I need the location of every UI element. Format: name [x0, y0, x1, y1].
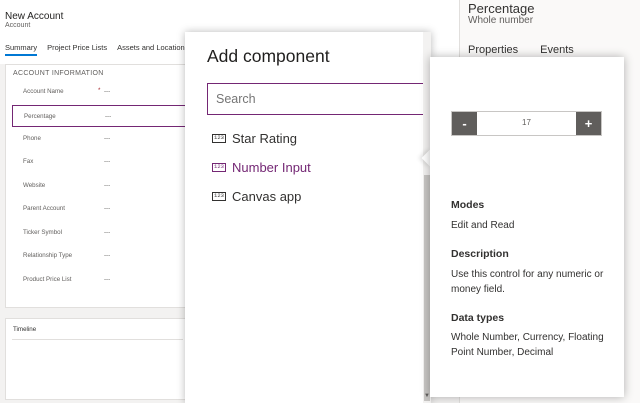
required-marker: * [98, 87, 101, 94]
field-value: --- [104, 182, 111, 189]
field-product-price-list[interactable]: Product Price List --- [12, 269, 186, 291]
timeline-title: Timeline [13, 326, 37, 333]
field-value: --- [104, 135, 111, 142]
add-component-dialog: Add component 123 Star Rating 123 Number… [185, 32, 431, 403]
number-component-icon: 123 [212, 191, 226, 201]
description-heading: Description [451, 248, 509, 260]
form-entity-name: Account [5, 22, 31, 29]
field-label: Percentage [24, 113, 56, 120]
field-phone[interactable]: Phone --- [12, 128, 186, 150]
data-types-text: Whole Number, Currency, Floating Point N… [451, 332, 604, 358]
search-input[interactable] [207, 83, 431, 115]
field-label: Relationship Type [23, 252, 73, 259]
field-value: --- [104, 229, 111, 236]
properties-tabs: Properties Events [468, 44, 574, 56]
field-label: Fax [23, 158, 34, 165]
field-percentage[interactable]: Percentage --- [12, 105, 186, 127]
tab-project-price-lists[interactable]: Project Price Lists [47, 43, 107, 56]
stepper-value: 17 [522, 118, 531, 127]
field-fax[interactable]: Fax --- [12, 151, 186, 173]
component-preview-callout: - 17 + Modes Edit and Read Description U… [430, 57, 624, 397]
description-text: Use this control for any numeric or mone… [451, 269, 604, 295]
account-information-section: ACCOUNT INFORMATION Account Name * --- P… [5, 64, 190, 308]
field-label: Phone [23, 135, 41, 142]
field-label: Parent Account [23, 205, 65, 212]
field-label: Ticker Symbol [23, 229, 62, 236]
field-value: --- [104, 276, 111, 283]
timeline-section: Timeline [5, 318, 190, 400]
field-value: --- [105, 113, 112, 120]
decrement-button[interactable]: - [452, 112, 477, 135]
component-star-rating[interactable]: 123 Star Rating [212, 127, 412, 149]
component-number-input[interactable]: 123 Number Input [212, 156, 412, 178]
field-relationship-type[interactable]: Relationship Type --- [12, 245, 186, 267]
tab-summary[interactable]: Summary [5, 43, 38, 56]
modes-heading: Modes [451, 199, 485, 211]
field-value: --- [104, 158, 111, 165]
dialog-title: Add component [207, 46, 330, 66]
field-ticker-symbol[interactable]: Ticker Symbol --- [12, 222, 186, 244]
form-tabs: Summary Project Price Lists Assets and L… [5, 43, 185, 56]
field-label: Product Price List [23, 276, 72, 283]
tab-events[interactable]: Events [540, 44, 574, 56]
section-title: ACCOUNT INFORMATION [13, 70, 104, 77]
field-website[interactable]: Website --- [12, 175, 186, 197]
tab-properties[interactable]: Properties [468, 44, 518, 56]
data-types-heading: Data types [451, 312, 505, 324]
modes-text: Edit and Read [451, 220, 515, 231]
increment-button[interactable]: + [576, 112, 601, 135]
field-value: --- [104, 88, 111, 95]
number-component-icon: 123 [212, 162, 226, 172]
field-label: Account Name [23, 88, 64, 95]
component-label: Number Input [232, 159, 311, 175]
component-label: Canvas app [232, 188, 302, 204]
field-label: Website [23, 182, 46, 189]
properties-title: Percentage [468, 1, 535, 16]
tab-assets-and-location[interactable]: Assets and Location [117, 43, 185, 56]
field-value: --- [104, 205, 111, 212]
field-parent-account[interactable]: Parent Account --- [12, 198, 186, 220]
form-title: New Account [5, 11, 64, 22]
field-value: --- [104, 252, 111, 259]
field-account-name[interactable]: Account Name * --- [12, 81, 186, 103]
component-label: Star Rating [232, 130, 298, 146]
divider [12, 339, 183, 340]
number-component-icon: 123 [212, 133, 226, 143]
number-input-preview: - 17 + [451, 111, 602, 136]
component-canvas-app[interactable]: 123 Canvas app [212, 185, 412, 207]
properties-subtitle: Whole number [468, 15, 534, 26]
